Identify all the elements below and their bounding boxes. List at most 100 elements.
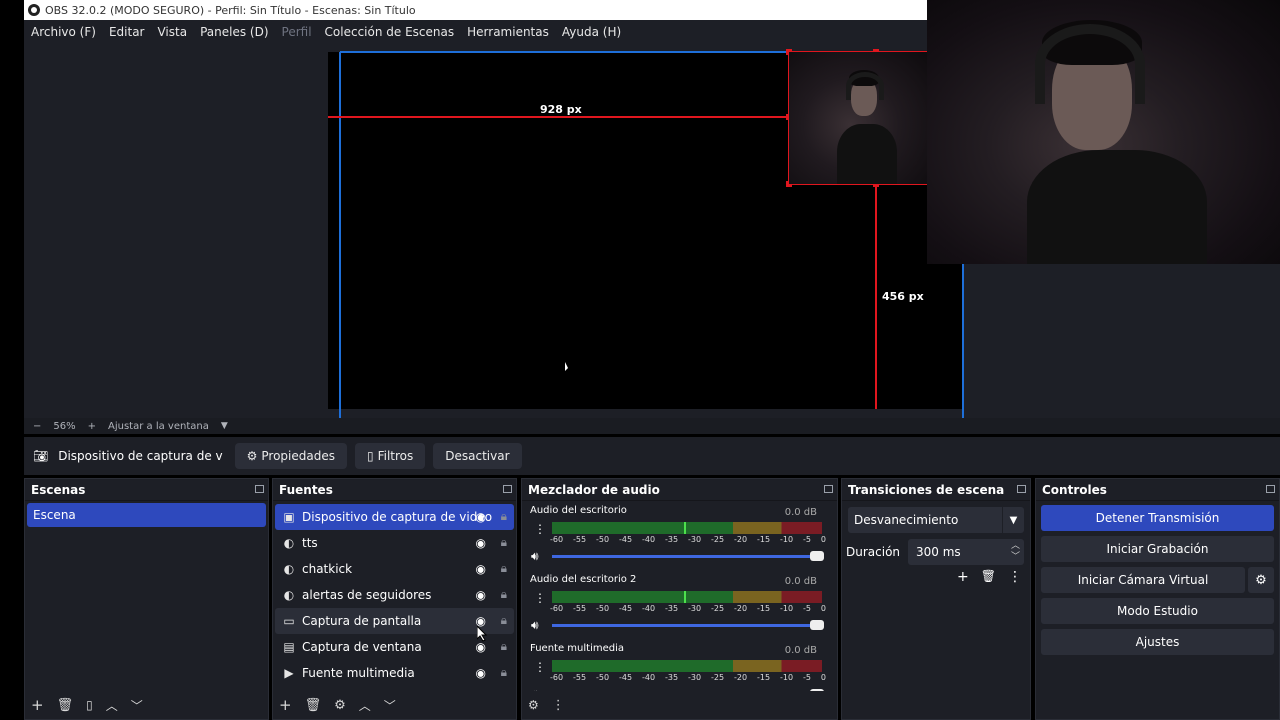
- meter-tick-label: -15: [757, 604, 771, 613]
- meter-tick-label: 0: [820, 604, 826, 613]
- eye-icon[interactable]: ◉: [476, 510, 486, 524]
- source-item[interactable]: ◐ chatkick ◉ 🔒︎: [275, 556, 514, 582]
- meter-tick-label: -20: [734, 673, 748, 682]
- meter-tick-label: -35: [665, 604, 679, 613]
- trash-icon[interactable]: 🗑︎: [57, 698, 74, 713]
- undock-icon[interactable]: [503, 485, 512, 493]
- transition-selected: Desvanecimiento: [854, 513, 959, 527]
- kebab-menu-icon[interactable]: ⋮: [534, 591, 546, 605]
- undock-icon[interactable]: [255, 485, 264, 493]
- scene-item[interactable]: Escena: [27, 503, 266, 527]
- channel-name: Audio del escritorio 2: [530, 574, 637, 585]
- lock-icon[interactable]: 🔒︎: [501, 561, 507, 576]
- speaker-icon[interactable]: 🔊︎: [531, 618, 539, 633]
- volume-slider[interactable]: [552, 620, 824, 630]
- undock-icon[interactable]: [824, 485, 833, 493]
- start-recording-button[interactable]: Iniciar Grabación: [1041, 536, 1274, 562]
- filters-button[interactable]: ▯ Filtros: [354, 443, 426, 469]
- source-item[interactable]: ▣ Dispositivo de captura de video ◉ 🔒︎: [275, 504, 514, 530]
- properties-label: Propiedades: [261, 449, 335, 463]
- meter-tick-label: -35: [665, 535, 679, 544]
- zoom-in-button[interactable]: +: [88, 421, 96, 432]
- eye-icon[interactable]: ◉: [476, 666, 486, 680]
- advanced-audio-icon[interactable]: ⚙: [528, 698, 539, 712]
- source-item-label: alertas de seguidores: [302, 588, 432, 602]
- zoom-level: 56%: [53, 420, 76, 432]
- lock-icon[interactable]: 🔒︎: [501, 613, 507, 628]
- kebab-menu-icon[interactable]: ⋮: [534, 660, 546, 674]
- lock-icon[interactable]: 🔒︎: [501, 535, 507, 550]
- mixer-channel: Audio del escritorio 0.0 dB ⋮ -60 -55 -50 -45-…: [522, 501, 837, 570]
- source-item-label: Dispositivo de captura de video: [302, 510, 493, 524]
- meter-tick-label: -50: [596, 535, 610, 544]
- gear-icon[interactable]: ⚙: [334, 698, 346, 713]
- kebab-menu-icon[interactable]: ⋮: [1008, 569, 1022, 585]
- meter-peak: [684, 591, 686, 603]
- play-icon: ▶: [284, 666, 294, 680]
- meter-tick-label: -10: [780, 604, 794, 613]
- source-item[interactable]: ◐ tts ◉ 🔒︎: [275, 530, 514, 556]
- add-icon[interactable]: +: [957, 569, 969, 585]
- zoom-out-button[interactable]: −: [33, 421, 41, 432]
- lock-icon[interactable]: 🔒︎: [501, 639, 507, 654]
- undock-icon[interactable]: [1266, 485, 1275, 493]
- spinner-icon[interactable]: ︿ ﹀: [1011, 541, 1020, 563]
- chevron-down-icon[interactable]: ▼: [221, 421, 228, 431]
- mixer-channels: Audio del escritorio 0.0 dB ⋮ -60 -55 -50 -45-…: [522, 501, 837, 691]
- meter-tick-label: -40: [642, 604, 656, 613]
- meter-tick-label: -45: [619, 535, 633, 544]
- settings-button[interactable]: Ajustes: [1041, 629, 1274, 655]
- properties-button[interactable]: ⚙ Propiedades: [234, 443, 347, 469]
- filters-icon[interactable]: ▯: [86, 698, 93, 712]
- height-guide-label: 456 px: [882, 290, 924, 303]
- meter-tick-label: -35: [665, 673, 679, 682]
- duration-input[interactable]: 300 ms ︿ ﹀: [908, 539, 1024, 565]
- move-up-icon[interactable]: ︿: [106, 697, 118, 714]
- add-icon[interactable]: +: [31, 696, 44, 714]
- eye-icon[interactable]: ◉: [476, 536, 486, 550]
- studio-mode-button[interactable]: Modo Estudio: [1041, 598, 1274, 624]
- meter-tick-label: -5: [803, 673, 811, 682]
- source-item-label: Captura de ventana: [302, 640, 422, 654]
- lock-icon[interactable]: 🔒︎: [501, 665, 507, 680]
- move-up-icon[interactable]: ︿: [359, 697, 371, 714]
- sources-toolbar: + 🗑︎ ⚙ ︿ ﹀: [273, 691, 516, 719]
- fit-window-button[interactable]: Ajustar a la ventana: [108, 421, 209, 432]
- trash-icon[interactable]: 🗑︎: [981, 569, 996, 585]
- trash-icon[interactable]: 🗑︎: [305, 698, 322, 713]
- gear-icon: ⚙: [246, 449, 258, 463]
- lock-icon[interactable]: 🔒︎: [501, 509, 507, 524]
- chevron-down-icon: ▼: [1002, 507, 1024, 533]
- undock-icon[interactable]: [1017, 485, 1026, 493]
- eye-icon[interactable]: ◉: [476, 640, 486, 654]
- speaker-icon[interactable]: 🔊︎: [531, 549, 539, 564]
- stop-stream-button[interactable]: Detener Transmisión: [1041, 505, 1274, 531]
- slider-handle[interactable]: [810, 551, 824, 561]
- scenes-dock: Escenas Escena + 🗑︎ ▯ ︿ ﹀: [24, 478, 269, 720]
- volume-meter: [552, 591, 822, 603]
- meter-tick-label: -60: [550, 535, 564, 544]
- move-down-icon[interactable]: ﹀: [384, 697, 396, 714]
- meter-tick-label: -10: [780, 535, 794, 544]
- source-item-label: tts: [302, 536, 318, 550]
- meter-tick-label: -20: [734, 604, 748, 613]
- width-guide-label: 928 px: [540, 103, 582, 116]
- deactivate-button[interactable]: Desactivar: [433, 443, 522, 469]
- add-icon[interactable]: +: [279, 696, 292, 714]
- lock-icon[interactable]: 🔒︎: [501, 587, 507, 602]
- globe-icon: ◐: [283, 536, 295, 550]
- move-down-icon[interactable]: ﹀: [131, 697, 143, 714]
- start-virtual-camera-button[interactable]: Iniciar Cámara Virtual: [1041, 567, 1245, 593]
- kebab-menu-icon[interactable]: ⋮: [552, 698, 565, 713]
- virtual-camera-settings-gear-icon[interactable]: ⚙: [1248, 567, 1274, 593]
- volume-slider[interactable]: [552, 551, 824, 561]
- current-source-label: Dispositivo de captura de v: [58, 449, 223, 463]
- eye-icon[interactable]: ◉: [476, 588, 486, 602]
- slider-handle[interactable]: [810, 620, 824, 630]
- webcam-source-preview[interactable]: [789, 52, 927, 184]
- kebab-menu-icon[interactable]: ⋮: [534, 522, 546, 536]
- transition-select[interactable]: Desvanecimiento ▼: [848, 507, 1024, 533]
- source-item[interactable]: ◐ alertas de seguidores ◉ 🔒︎: [275, 582, 514, 608]
- source-item[interactable]: ▶ Fuente multimedia ◉ 🔒︎: [275, 660, 514, 686]
- eye-icon[interactable]: ◉: [476, 562, 486, 576]
